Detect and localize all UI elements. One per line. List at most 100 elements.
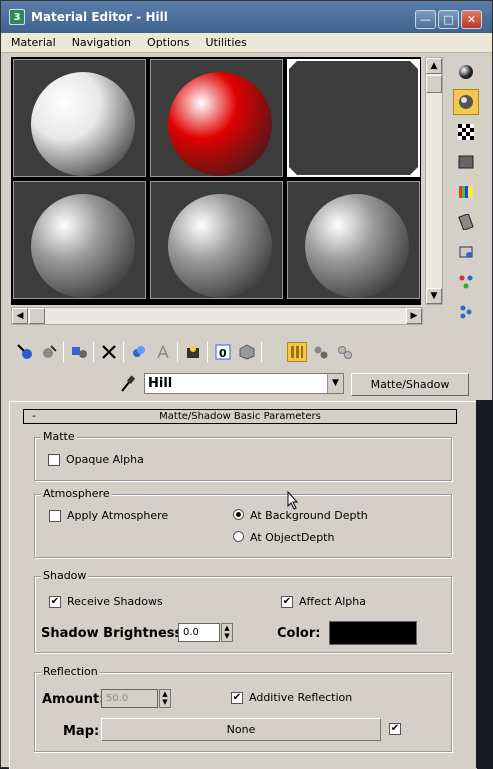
sample-slot[interactable] bbox=[13, 181, 146, 299]
slot-corner-mark bbox=[289, 61, 297, 69]
make-preview-icon[interactable] bbox=[453, 209, 479, 235]
svg-text:0: 0 bbox=[219, 347, 227, 360]
material-name-field[interactable]: Hill ▼ bbox=[144, 373, 344, 394]
sample-slot[interactable] bbox=[287, 59, 420, 177]
scroll-thumb[interactable] bbox=[426, 75, 442, 93]
go-to-parent-icon[interactable] bbox=[311, 342, 331, 362]
go-forward-to-sibling-icon[interactable] bbox=[335, 342, 355, 362]
at-background-depth-radio[interactable] bbox=[233, 509, 244, 520]
scroll-down-icon[interactable]: ▼ bbox=[426, 288, 442, 304]
show-end-result-icon[interactable] bbox=[287, 342, 307, 362]
put-to-scene-icon[interactable] bbox=[39, 342, 59, 362]
affect-alpha-label: Affect Alpha bbox=[299, 595, 367, 608]
shadow-brightness-spinner[interactable]: ▲ ▼ bbox=[221, 623, 233, 642]
show-map-in-viewport-icon[interactable] bbox=[237, 342, 257, 362]
menu-utilities[interactable]: Utilities bbox=[205, 36, 246, 49]
toolbar-separator bbox=[93, 342, 94, 362]
additive-reflection-checkbox[interactable]: ✔ bbox=[231, 692, 243, 704]
sample-type-sphere-icon[interactable] bbox=[453, 59, 479, 85]
material-toolbar: 0 bbox=[13, 339, 473, 365]
material-name-row: Hill ▼ Matte/Shadow bbox=[1, 373, 492, 397]
sample-slot[interactable] bbox=[13, 59, 146, 177]
sample-slot[interactable] bbox=[287, 181, 420, 299]
toolbar-separator bbox=[207, 342, 208, 362]
material-sphere bbox=[31, 194, 135, 298]
options-icon[interactable] bbox=[453, 239, 479, 265]
menu-navigation[interactable]: Navigation bbox=[72, 36, 131, 49]
menu-options[interactable]: Options bbox=[147, 36, 189, 49]
amount-input[interactable]: 50.0 bbox=[101, 689, 158, 708]
make-copy-icon[interactable] bbox=[129, 342, 149, 362]
assign-to-selection-icon[interactable] bbox=[69, 342, 89, 362]
apply-atmosphere-label: Apply Atmosphere bbox=[67, 509, 169, 522]
toolbar-separator bbox=[177, 342, 178, 362]
maximize-button[interactable]: □ bbox=[438, 10, 459, 29]
background-checker-icon[interactable] bbox=[453, 119, 479, 145]
sample-slot[interactable] bbox=[150, 181, 283, 299]
slots-vertical-scrollbar[interactable]: ▲ ▼ bbox=[425, 57, 443, 305]
material-map-navigator-icon[interactable] bbox=[453, 299, 479, 325]
shadow-brightness-input[interactable]: 0.0 bbox=[178, 623, 220, 642]
amount-spinner[interactable]: ▲ ▼ bbox=[159, 689, 171, 708]
make-unique-icon[interactable] bbox=[153, 342, 173, 362]
put-to-library-icon[interactable] bbox=[183, 342, 203, 362]
slot-corner-mark bbox=[410, 167, 418, 175]
material-sphere bbox=[305, 194, 409, 298]
rollout-title: Matte/Shadow Basic Parameters bbox=[159, 411, 321, 422]
material-editor-window: 3 Material Editor - Hill — □ ✕ Material … bbox=[0, 0, 493, 769]
additive-reflection-label: Additive Reflection bbox=[249, 691, 353, 704]
atmosphere-group-title: Atmosphere bbox=[41, 487, 112, 500]
material-effects-channel-icon[interactable]: 0 bbox=[213, 342, 233, 362]
matte-group-title: Matte bbox=[41, 430, 77, 443]
reset-map-icon[interactable] bbox=[99, 342, 119, 362]
scroll-right-icon[interactable]: ▶ bbox=[406, 308, 422, 324]
atmosphere-group: Atmosphere bbox=[34, 487, 452, 558]
reflection-group-title: Reflection bbox=[41, 665, 100, 678]
window-title: Material Editor - Hill bbox=[31, 10, 168, 24]
shadow-brightness-label: Shadow Brightness: bbox=[41, 626, 188, 641]
map-enabled-checkbox[interactable]: ✔ bbox=[389, 723, 401, 735]
apply-atmosphere-checkbox[interactable] bbox=[49, 510, 61, 522]
select-by-material-icon[interactable] bbox=[453, 269, 479, 295]
menu-material[interactable]: Material bbox=[11, 36, 56, 49]
mouse-cursor-icon bbox=[287, 490, 299, 515]
backlight-icon[interactable] bbox=[453, 89, 479, 115]
scroll-thumb[interactable] bbox=[29, 308, 45, 324]
side-toolbar bbox=[451, 57, 481, 327]
app-icon: 3 bbox=[9, 9, 25, 25]
sample-slot[interactable] bbox=[150, 59, 283, 177]
receive-shadows-label: Receive Shadows bbox=[67, 595, 163, 608]
material-sphere bbox=[168, 194, 272, 298]
material-sphere bbox=[31, 72, 135, 176]
menu-bar: Material Navigation Options Utilities bbox=[1, 33, 492, 53]
get-material-icon[interactable] bbox=[15, 342, 35, 362]
material-name-value: Hill bbox=[148, 376, 173, 391]
video-color-check-icon[interactable] bbox=[453, 179, 479, 205]
title-bar[interactable]: 3 Material Editor - Hill — □ ✕ bbox=[1, 1, 492, 33]
affect-alpha-checkbox[interactable]: ✔ bbox=[281, 596, 293, 608]
chevron-down-icon[interactable]: ▼ bbox=[327, 374, 343, 393]
slots-horizontal-scrollbar[interactable]: ◀ ▶ bbox=[11, 307, 423, 325]
rollout-toggle[interactable]: - bbox=[32, 409, 36, 422]
rollout-header[interactable]: - Matte/Shadow Basic Parameters bbox=[23, 409, 457, 424]
sample-uv-tiling-icon[interactable] bbox=[453, 149, 479, 175]
toolbar-separator bbox=[63, 342, 64, 362]
sample-slots-grid bbox=[11, 57, 421, 305]
toolbar-separator bbox=[261, 342, 262, 362]
minimize-button[interactable]: — bbox=[415, 10, 436, 29]
shadow-color-label: Color: bbox=[277, 626, 321, 641]
pick-material-icon[interactable] bbox=[119, 375, 136, 393]
reflection-map-button[interactable]: None bbox=[101, 718, 381, 741]
scroll-up-icon[interactable]: ▲ bbox=[426, 58, 442, 74]
background-desktop bbox=[476, 400, 493, 768]
opaque-alpha-checkbox[interactable] bbox=[48, 454, 60, 466]
scroll-left-icon[interactable]: ◀ bbox=[12, 308, 28, 324]
at-background-depth-label: At Background Depth bbox=[250, 509, 368, 522]
close-button[interactable]: ✕ bbox=[461, 10, 482, 29]
material-type-button[interactable]: Matte/Shadow bbox=[351, 373, 469, 396]
slot-corner-mark bbox=[289, 167, 297, 175]
receive-shadows-checkbox[interactable]: ✔ bbox=[49, 596, 61, 608]
map-label: Map: bbox=[63, 724, 100, 739]
at-object-depth-radio[interactable] bbox=[233, 531, 244, 542]
shadow-color-swatch[interactable] bbox=[329, 621, 417, 645]
